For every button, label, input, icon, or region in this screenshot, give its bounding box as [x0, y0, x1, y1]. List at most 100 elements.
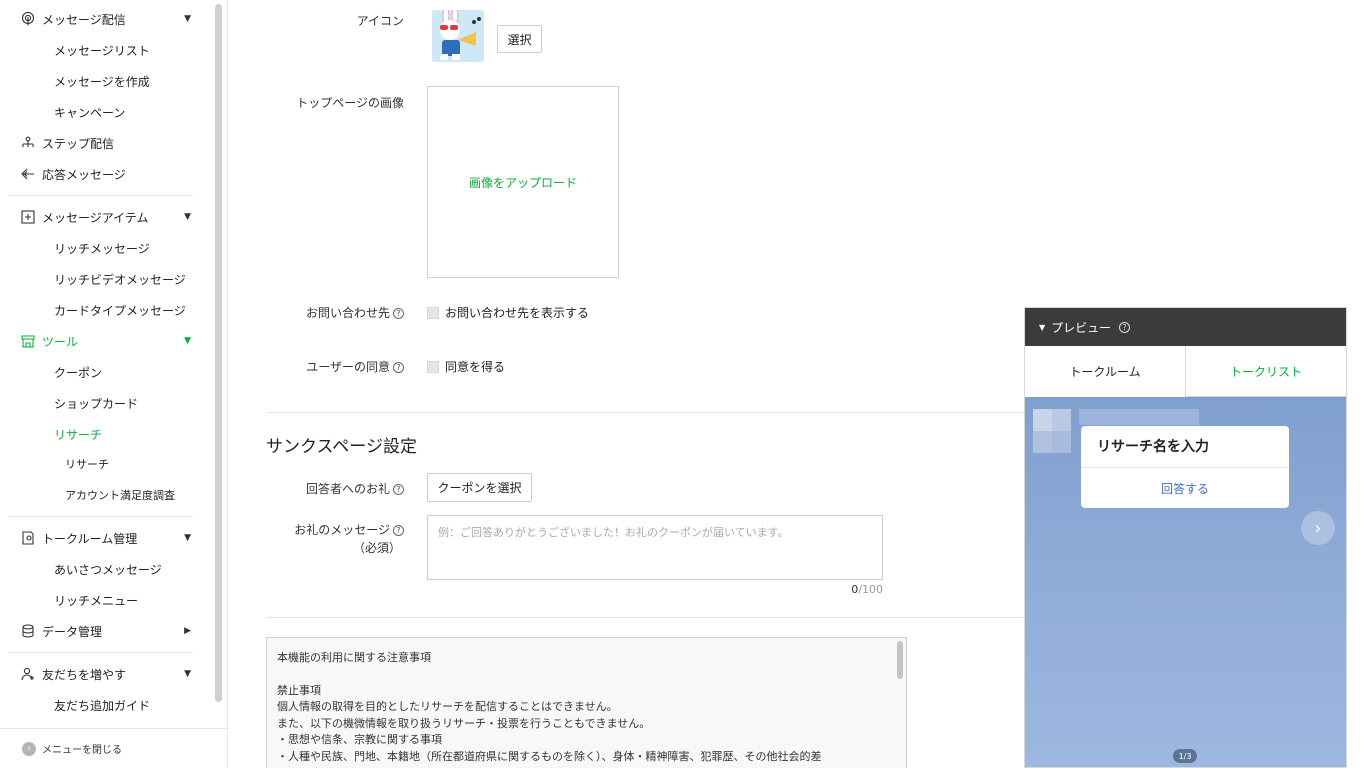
nav-label: あいさつメッセージ: [54, 562, 162, 577]
notice-scrollbar[interactable]: [897, 641, 903, 679]
close-menu-label: メニューを閉じる: [42, 745, 122, 756]
preview-panel: ▼ プレビュー ? トークルーム トークリスト リサーチ名を入力 回答する › …: [1024, 307, 1347, 768]
nav-label: クーポン: [54, 365, 103, 380]
help-icon[interactable]: ?: [393, 484, 404, 495]
help-icon[interactable]: ?: [1119, 321, 1131, 333]
nav-rich-video-message[interactable]: リッチビデオメッセージ: [0, 264, 213, 294]
notice-title: 本機能の利用に関する注意事項: [277, 651, 431, 664]
nav-campaign[interactable]: キャンペーン: [0, 97, 213, 127]
consent-checkbox-row[interactable]: 同意を得る: [427, 358, 505, 375]
nav-label: 友だち追加ガイド: [54, 698, 151, 713]
nav-tools[interactable]: ツール ▼: [0, 326, 213, 356]
divider: [8, 195, 193, 196]
consent-checkbox-label: 同意を得る: [445, 360, 506, 374]
required-label: （必須）: [352, 541, 401, 555]
icon-select-button[interactable]: 選択: [497, 25, 542, 53]
divider: [266, 412, 1056, 413]
nav-research[interactable]: リサーチ: [0, 419, 213, 449]
notice-line: 個人情報の取得を目的としたリサーチを配信することはできません。: [277, 700, 618, 713]
nav-label: リッチメッセージ: [54, 241, 150, 256]
preview-title: プレビュー: [1051, 320, 1112, 335]
help-icon[interactable]: ?: [393, 308, 404, 319]
notice-box[interactable]: 本機能の利用に関する注意事項 禁止事項 個人情報の取得を目的としたリサーチを配信…: [266, 637, 907, 768]
nav-message-delivery[interactable]: メッセージ配信 ▼: [0, 4, 213, 34]
tab-talklist[interactable]: トークリスト: [1185, 346, 1346, 397]
notice-heading: 禁止事項: [277, 683, 321, 697]
sidebar-scrollbar[interactable]: [215, 4, 222, 702]
nav-step-delivery[interactable]: ステップ配信: [0, 128, 213, 158]
consent-label: ユーザーの同意?: [306, 358, 404, 375]
thanks-msg-label-text: お礼のメッセージ: [294, 523, 390, 537]
nav-label: ショップカード: [54, 396, 139, 411]
avatar: [1033, 409, 1071, 453]
chat-background: リサーチ名を入力 回答する › 1/3: [1025, 397, 1346, 767]
contact-checkbox-row[interactable]: お問い合わせ先を表示する: [427, 304, 589, 321]
nav-coupon[interactable]: クーポン: [0, 357, 213, 387]
nav-card-type-message[interactable]: カードタイプメッセージ: [0, 295, 213, 325]
research-answer-button[interactable]: 回答する: [1081, 468, 1289, 508]
account-icon-image: [432, 10, 484, 62]
icon-label: アイコン: [356, 14, 404, 28]
chevron-right-icon[interactable]: ›: [1301, 511, 1335, 545]
nav-label: メッセージリスト: [54, 43, 150, 58]
nav-data-management[interactable]: データ管理 ▶: [0, 616, 213, 646]
top-image-upload-box[interactable]: 画像をアップロード: [427, 86, 619, 278]
char-count-max: /100: [858, 583, 883, 596]
contact-checkbox[interactable]: [427, 307, 439, 319]
consent-checkbox[interactable]: [427, 361, 439, 373]
thanks-section-title: サンクスページ設定: [266, 437, 417, 457]
contact-checkbox-label: お問い合わせ先を表示する: [445, 306, 590, 320]
nav-label: リッチビデオメッセージ: [54, 272, 186, 287]
nav-label: アカウント満足度調査: [65, 489, 175, 502]
help-icon[interactable]: ?: [393, 525, 404, 536]
talkroom-icon: [20, 530, 36, 546]
research-card-title: リサーチ名を入力: [1081, 426, 1289, 468]
thanks-message-placeholder: 例：ご回答ありがとうございました！お礼のクーポンが届いています。: [438, 526, 789, 539]
close-menu-button[interactable]: ‹ メニューを閉じる: [0, 728, 227, 768]
contact-label: お問い合わせ先?: [306, 304, 404, 321]
nav-account-satisfaction[interactable]: アカウント満足度調査: [0, 480, 213, 510]
caret-down-icon: ▼: [184, 533, 191, 543]
nav-research-sub[interactable]: リサーチ: [0, 449, 213, 479]
top-image-label: トップページの画像: [296, 96, 404, 110]
nav-label: 応答メッセージ: [42, 167, 126, 182]
nav-rich-menu[interactable]: リッチメニュー: [0, 585, 213, 615]
nav-grow-friends[interactable]: 友だちを増やす ▼: [0, 659, 213, 689]
coupon-select-button[interactable]: クーポンを選択: [427, 473, 532, 502]
preview-header[interactable]: ▼ プレビュー ?: [1025, 308, 1346, 346]
notice-line: ・思想や信条、宗教に関する事項: [277, 733, 442, 746]
consent-label-text: ユーザーの同意: [306, 360, 390, 374]
nav-label: カードタイプメッセージ: [54, 303, 186, 318]
reply-icon: [20, 166, 36, 182]
nav-label: リサーチ: [65, 458, 109, 471]
notice-line: ・人種や民族、門地、本籍地（所在都道府県に関するものを除く）、身体・精神障害、犯…: [277, 749, 822, 763]
nav-label: メッセージを作成: [54, 74, 150, 89]
nav-message-list[interactable]: メッセージリスト: [0, 35, 213, 65]
nav-auto-reply[interactable]: 応答メッセージ: [0, 159, 213, 189]
chevron-left-icon: ‹: [22, 741, 36, 756]
nav-message-items[interactable]: メッセージアイテム ▼: [0, 202, 213, 232]
char-counter: 0/100: [789, 583, 883, 596]
nav-greeting-message[interactable]: あいさつメッセージ: [0, 554, 213, 584]
notice-line: また、以下の機微情報を取り扱うリサーチ・投票を行うこともできません。: [277, 716, 651, 730]
nav-label: キャンペーン: [54, 105, 126, 120]
help-icon[interactable]: ?: [393, 362, 404, 373]
nav-friend-add-guide[interactable]: 友だち追加ガイド: [0, 690, 213, 720]
database-icon: [20, 623, 36, 639]
tab-talkroom[interactable]: トークルーム: [1025, 346, 1185, 397]
caret-down-icon: ▼: [184, 14, 191, 24]
add-friend-icon: [20, 666, 36, 682]
nav-rich-message[interactable]: リッチメッセージ: [0, 233, 213, 263]
nav-talkroom-management[interactable]: トークルーム管理 ▼: [0, 523, 213, 553]
thanks-message-input[interactable]: 例：ご回答ありがとうございました！お礼のクーポンが届いています。: [427, 515, 883, 580]
nav-label: ステップ配信: [42, 136, 115, 151]
thanks-msg-label: お礼のメッセージ?: [294, 521, 404, 538]
caret-down-icon: ▼: [184, 669, 191, 679]
broadcast-icon: [20, 11, 36, 27]
nav-create-message[interactable]: メッセージを作成: [0, 66, 213, 96]
message-item-icon: [20, 209, 36, 225]
sidebar: メッセージ配信 ▼ メッセージリスト メッセージを作成 キャンペーン ステップ配…: [0, 0, 228, 768]
nav-shop-card[interactable]: ショップカード: [0, 388, 213, 418]
upload-link[interactable]: 画像をアップロード: [469, 174, 577, 191]
step-icon: [20, 135, 36, 151]
